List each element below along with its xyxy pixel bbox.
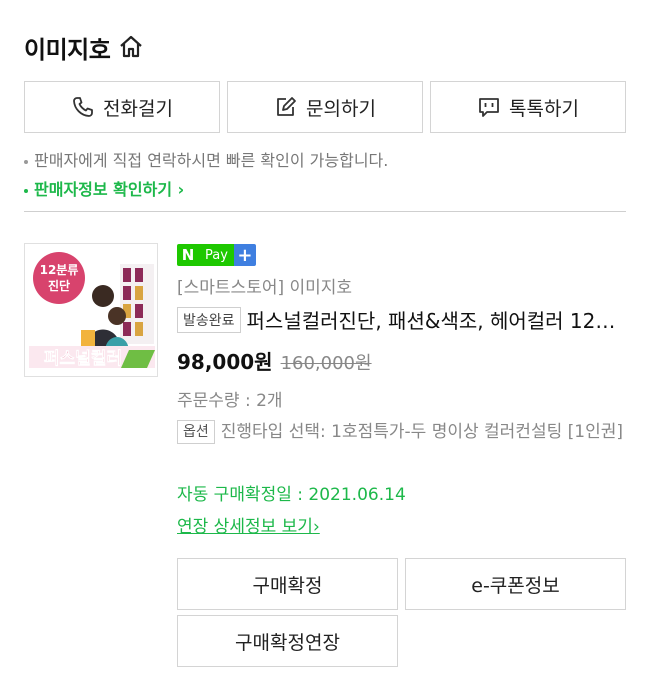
price-row: 98,000원 160,000원 (177, 346, 372, 375)
inquiry-label: 문의하기 (306, 97, 376, 120)
purchase-confirm-label: 구매확정 (252, 574, 323, 597)
thumb-badge-top: 12분류 (40, 263, 79, 277)
phone-icon (71, 95, 95, 119)
npay-plus-icon: + (233, 244, 256, 266)
thumb-badge-middle: 진단 (48, 278, 70, 293)
call-button[interactable]: 전화걸기 (24, 81, 220, 133)
purchase-confirm-button[interactable]: 구매확정 (177, 558, 398, 610)
auto-confirm-date: 자동 구매확정일 : 2021.06.14 (177, 485, 406, 505)
contact-notice: 판매자에게 직접 연락하시면 빠른 확인이 가능합니다. (24, 147, 388, 171)
extension-detail-link[interactable]: 연장 상세정보 보기› (177, 512, 320, 537)
contact-buttons: 전화걸기 문의하기 톡톡하기 (24, 81, 626, 133)
talktalk-label: 톡톡하기 (509, 97, 579, 120)
seller-info-label: 판매자정보 확인하기 (34, 180, 173, 199)
chevron-right-icon: › (312, 517, 320, 537)
extend-confirm-label: 구매확정연장 (235, 631, 340, 654)
npay-n-icon: N (177, 244, 199, 266)
shipping-status-badge: 발송완료 (177, 306, 241, 333)
extend-confirm-button[interactable]: 구매확정연장 (177, 615, 398, 667)
home-icon[interactable] (118, 34, 144, 60)
option-text: 진행타입 선택: 1호점특가-두 명이상 컬러컨설팅 [1인권] (220, 422, 623, 442)
inquiry-button[interactable]: 문의하기 (227, 81, 423, 133)
talktalk-button[interactable]: 톡톡하기 (430, 81, 626, 133)
notice-text: 판매자에게 직접 연락하시면 빠른 확인이 가능합니다. (34, 151, 389, 170)
product-thumbnail[interactable]: 12분류 진단 퍼스널컬러 (24, 243, 158, 377)
store-header: 이미지호 (24, 30, 144, 64)
extension-detail-label: 연장 상세정보 보기 (177, 517, 313, 537)
store-label: [스마트스토어] 이미지호 (177, 278, 353, 298)
product-title[interactable]: 퍼스널컬러진단, 패션&색조, 헤어컬러 12분류 진단 (247, 305, 627, 334)
ecoupon-info-button[interactable]: e-쿠폰정보 (405, 558, 626, 610)
option-badge: 옵션 (177, 420, 215, 444)
npay-pay-label: Pay (199, 244, 234, 266)
order-quantity: 주문수량 : 2개 (177, 391, 283, 411)
store-name: 이미지호 (24, 35, 111, 64)
divider (24, 211, 626, 212)
option-row: 옵션 진행타입 선택: 1호점특가-두 명이상 컬러컨설팅 [1인권] (177, 418, 627, 446)
sale-price: 98,000원 (177, 350, 273, 374)
npay-badge: N Pay + (177, 244, 256, 266)
chevron-right-icon: › (172, 180, 185, 199)
product-title-row[interactable]: 발송완료 퍼스널컬러진단, 패션&색조, 헤어컬러 12분류 진단 (177, 305, 627, 334)
ecoupon-info-label: e-쿠폰정보 (471, 574, 560, 597)
chat-icon (477, 95, 501, 119)
thumb-caption: 퍼스널컬러 (44, 349, 122, 369)
edit-icon (274, 95, 298, 119)
original-price: 160,000원 (280, 353, 372, 374)
call-label: 전화걸기 (103, 97, 173, 120)
seller-info-link[interactable]: 판매자정보 확인하기 › (24, 176, 184, 200)
